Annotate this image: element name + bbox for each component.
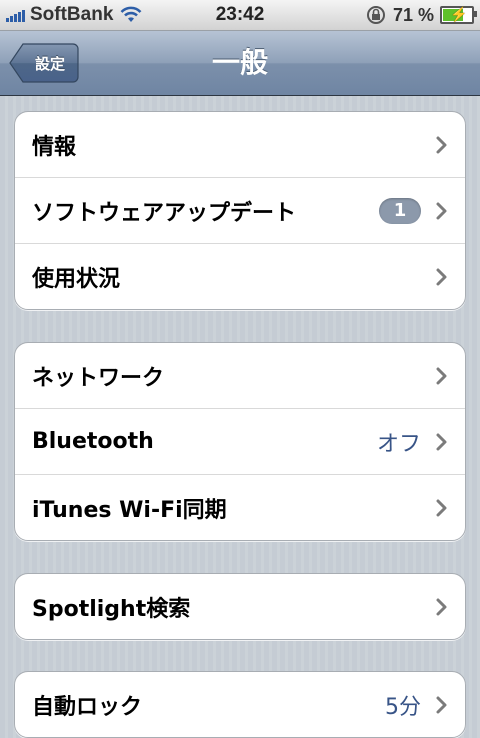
chevron-right-icon [436, 202, 447, 219]
row-label: 使用状況 [32, 266, 121, 292]
auto-lock-value: 5分 [385, 694, 421, 720]
chevron-right-icon [436, 598, 447, 615]
chevron-right-icon [436, 499, 447, 516]
row-spotlight-search[interactable]: Spotlight検索 [15, 574, 465, 639]
settings-group-spotlight: Spotlight検索 [14, 573, 466, 640]
carrier-name: SoftBank [30, 4, 114, 25]
row-label: ソフトウェアアップデート [32, 200, 297, 226]
row-label: Bluetooth [32, 429, 154, 454]
row-label: ネットワーク [32, 365, 165, 391]
settings-group-info: 情報 ソフトウェアアップデート 1 使用状況 [14, 111, 466, 310]
chevron-right-icon [436, 367, 447, 384]
navigation-bar: 設定 一般 [0, 31, 480, 96]
row-bluetooth[interactable]: Bluetooth オフ [15, 409, 465, 475]
battery-icon: ⚡ [440, 6, 477, 24]
back-button[interactable]: 設定 [9, 43, 79, 83]
chevron-right-icon [436, 136, 447, 153]
row-info[interactable]: 情報 [15, 112, 465, 178]
chevron-right-icon [436, 433, 447, 450]
battery-percent: 71 % [392, 4, 434, 25]
row-itunes-wifi-sync[interactable]: iTunes Wi-Fi同期 [15, 475, 465, 540]
row-label: 自動ロック [32, 694, 143, 720]
row-software-update[interactable]: ソフトウェアアップデート 1 [15, 178, 465, 244]
update-count-badge: 1 [379, 197, 421, 224]
wifi-icon [120, 6, 142, 24]
row-network[interactable]: ネットワーク [15, 343, 465, 409]
row-label: 情報 [32, 134, 77, 160]
row-auto-lock[interactable]: 自動ロック 5分 [15, 672, 465, 737]
signal-icon [6, 8, 25, 22]
row-usage[interactable]: 使用状況 [15, 244, 465, 309]
back-button-label: 設定 [34, 54, 65, 73]
row-label: Spotlight検索 [32, 596, 191, 622]
chevron-right-icon [436, 696, 447, 713]
status-bar: SoftBank 23:42 71 % ⚡ [0, 0, 480, 31]
bluetooth-status-value: オフ [376, 431, 421, 457]
row-label: iTunes Wi-Fi同期 [32, 497, 227, 523]
chevron-right-icon [436, 268, 447, 285]
settings-group-network: ネットワーク Bluetooth オフ iTunes Wi-Fi同期 [14, 342, 466, 541]
rotation-lock-icon [365, 4, 387, 26]
settings-group-autolock: 自動ロック 5分 [14, 671, 466, 738]
